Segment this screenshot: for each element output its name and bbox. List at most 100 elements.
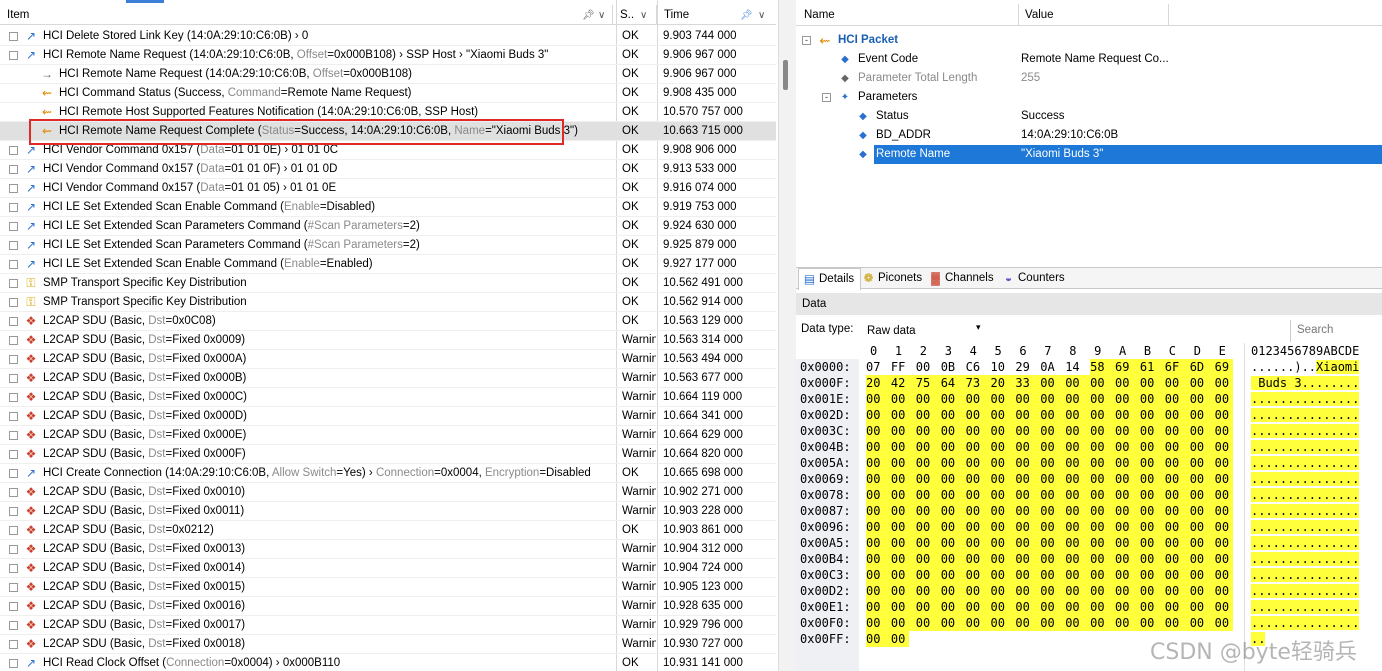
hex-byte[interactable]: 00 — [1015, 519, 1041, 535]
hex-byte[interactable]: 00 — [1090, 551, 1116, 567]
table-row[interactable]: ❖ L2CAP SDU (Basic, Dst=Fixed 0x000C) Warn… — [0, 388, 776, 407]
hex-byte[interactable]: 00 — [1115, 567, 1140, 583]
hex-byte[interactable]: 00 — [1040, 519, 1066, 535]
expand-icon[interactable] — [9, 336, 18, 345]
hex-byte[interactable]: 00 — [1214, 487, 1233, 503]
hex-byte[interactable]: 00 — [890, 471, 916, 487]
hex-byte[interactable]: 00 — [1139, 375, 1165, 391]
hex-byte[interactable]: 00 — [866, 439, 891, 455]
hex-byte[interactable]: 00 — [890, 631, 909, 647]
hex-byte[interactable]: 00 — [915, 391, 941, 407]
hex-byte[interactable]: 00 — [1115, 599, 1140, 615]
expand-icon[interactable] — [9, 621, 18, 630]
tree-node[interactable]: ◆ Event Code — [841, 50, 920, 69]
hex-byte[interactable]: 00 — [890, 455, 916, 471]
hex-byte[interactable]: 00 — [1040, 455, 1066, 471]
hex-byte[interactable]: 00 — [990, 551, 1016, 567]
hex-byte[interactable]: 00 — [940, 471, 966, 487]
hex-byte[interactable]: 00 — [890, 599, 916, 615]
expand-icon[interactable] — [9, 165, 18, 174]
hex-byte[interactable]: 00 — [990, 519, 1016, 535]
hex-byte[interactable]: 00 — [1040, 471, 1066, 487]
table-row[interactable]: ↗ HCI LE Set Extended Scan Enable Command… — [0, 198, 776, 217]
pin-icon[interactable]: 📌︎ — [582, 10, 595, 21]
hex-byte[interactable]: 00 — [1115, 375, 1140, 391]
table-row[interactable]: ❖ L2CAP SDU (Basic, Dst=Fixed 0x0009) Warn… — [0, 331, 776, 350]
hex-byte[interactable]: 61 — [1139, 359, 1165, 375]
hex-byte[interactable]: 00 — [940, 535, 966, 551]
hex-byte[interactable]: 00 — [940, 439, 966, 455]
expand-icon[interactable] — [9, 602, 18, 611]
hex-byte[interactable]: 00 — [915, 535, 941, 551]
table-row[interactable]: ↗ HCI Vendor Command 0x157 (Data=01 01 0F… — [0, 160, 776, 179]
hex-byte[interactable]: 00 — [965, 535, 991, 551]
hex-byte[interactable]: 00 — [1015, 487, 1041, 503]
hex-byte[interactable]: 00 — [1040, 391, 1066, 407]
expand-icon[interactable] — [9, 526, 18, 535]
column-header-value[interactable]: Value — [1018, 4, 1168, 26]
hex-byte[interactable]: 00 — [1164, 503, 1190, 519]
hex-byte[interactable]: 00 — [1164, 439, 1190, 455]
hex-byte[interactable]: 00 — [1164, 407, 1190, 423]
table-row[interactable]: ↗ HCI LE Set Extended Scan Parameters Com… — [0, 217, 776, 236]
tab-channels[interactable]: ▓ Channels — [925, 268, 1000, 289]
hex-byte[interactable]: 00 — [1090, 503, 1116, 519]
hex-byte[interactable]: 00 — [1139, 535, 1165, 551]
table-row[interactable]: ❖ L2CAP SDU (Basic, Dst=Fixed 0x0011) Warn… — [0, 502, 776, 521]
table-row[interactable]: ❖ L2CAP SDU (Basic, Dst=Fixed 0x0013) Warn… — [0, 540, 776, 559]
hex-byte[interactable]: 29 — [1015, 359, 1033, 375]
hex-byte[interactable]: 00 — [965, 567, 991, 583]
hex-byte[interactable]: 00 — [1189, 567, 1215, 583]
hex-byte[interactable]: 00 — [1015, 535, 1041, 551]
hex-byte[interactable]: 00 — [1214, 439, 1233, 455]
expand-icon[interactable] — [9, 222, 18, 231]
hex-byte[interactable]: 00 — [1040, 439, 1066, 455]
hex-byte[interactable]: 00 — [1214, 391, 1233, 407]
chevron-down-icon[interactable]: ∨ — [598, 10, 605, 21]
hex-byte[interactable]: 00 — [1040, 503, 1066, 519]
hex-byte[interactable]: 00 — [940, 423, 966, 439]
hex-byte[interactable]: 00 — [1065, 487, 1091, 503]
hex-byte[interactable]: 00 — [1090, 583, 1116, 599]
hex-byte[interactable]: 00 — [1115, 615, 1140, 631]
hex-byte[interactable]: 00 — [1214, 455, 1233, 471]
expand-icon[interactable] — [9, 32, 18, 41]
column-header-item[interactable]: Item — [0, 5, 616, 25]
hex-byte[interactable]: 00 — [1015, 455, 1041, 471]
hex-byte[interactable]: 00 — [1040, 599, 1066, 615]
hex-byte[interactable]: 00 — [1065, 583, 1091, 599]
hex-byte[interactable]: 00 — [866, 519, 891, 535]
hex-byte[interactable]: 00 — [1040, 423, 1066, 439]
hex-byte[interactable]: 00 — [890, 439, 916, 455]
hex-byte[interactable]: 00 — [1040, 567, 1066, 583]
hex-byte[interactable]: 00 — [965, 615, 991, 631]
expand-icon[interactable] — [9, 374, 18, 383]
hex-byte[interactable]: 00 — [1214, 519, 1233, 535]
hex-byte[interactable]: 00 — [1139, 391, 1165, 407]
tab-counters[interactable]: ◒ Counters — [998, 268, 1071, 289]
hex-byte[interactable]: 00 — [1164, 567, 1190, 583]
hex-byte[interactable]: 00 — [1065, 519, 1091, 535]
hex-byte[interactable]: 20 — [990, 375, 1016, 391]
hex-byte[interactable]: 00 — [990, 535, 1016, 551]
hex-byte[interactable]: 00 — [866, 583, 891, 599]
table-row[interactable]: ❖ L2CAP SDU (Basic, Dst=0x0212) OK 10.903 8… — [0, 521, 776, 540]
hex-byte[interactable]: 00 — [940, 407, 966, 423]
hex-byte[interactable]: 00 — [866, 455, 891, 471]
expand-icon[interactable] — [9, 260, 18, 269]
hex-byte[interactable]: 00 — [866, 615, 891, 631]
hex-byte[interactable]: 00 — [990, 503, 1016, 519]
hex-byte[interactable]: 00 — [866, 471, 891, 487]
hex-byte[interactable]: 69 — [1214, 359, 1233, 375]
hex-byte[interactable]: 00 — [1090, 391, 1116, 407]
hex-byte[interactable]: 00 — [1115, 471, 1140, 487]
hex-byte[interactable]: 00 — [1115, 583, 1140, 599]
hex-byte[interactable]: 00 — [1164, 423, 1190, 439]
hex-byte[interactable]: 00 — [965, 583, 991, 599]
hex-byte[interactable]: 00 — [1090, 423, 1116, 439]
chevron-down-icon[interactable]: ∨ — [758, 10, 765, 21]
hex-byte[interactable]: 00 — [1214, 615, 1233, 631]
hex-byte[interactable]: 00 — [915, 423, 941, 439]
hex-byte[interactable]: 07 — [866, 359, 884, 375]
hex-byte[interactable]: 00 — [1139, 503, 1165, 519]
